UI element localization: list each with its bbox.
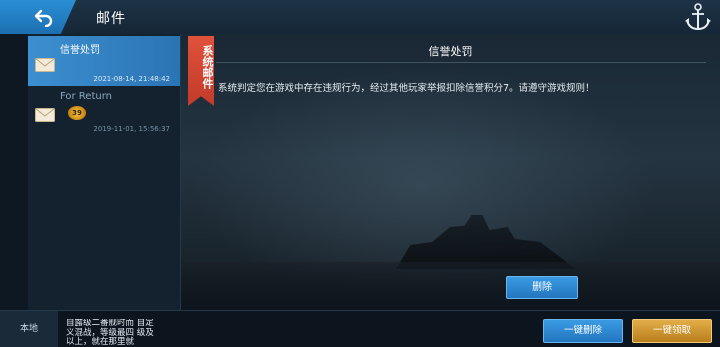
one-key-claim-button[interactable]: 一键领取 (632, 319, 712, 343)
mail-body: 系统判定您在游戏中存在违规行为，经过其他玩家举报扣除信誉积分7。请遵守游戏规则！ (218, 83, 595, 94)
divider (216, 62, 706, 63)
mail-subject: 信誉处罚 (60, 45, 100, 56)
back-button[interactable] (0, 0, 76, 34)
bottom-bar: 本地 自露级二番舰时而 自定义混战，等级最四 级及以上，就在那里就 一键删除 一… (0, 310, 720, 347)
mail-content: 系统邮件 信誉处罚 系统判定您在游戏中存在违规行为，经过其他玩家举报扣除信誉积分… (181, 34, 720, 310)
delete-button[interactable]: 删除 (506, 276, 578, 299)
sea-background (181, 262, 720, 310)
mail-list-item[interactable]: For Return 39 2019-11-01, 15:56:37 (28, 86, 180, 136)
mail-subject: For Return (60, 91, 112, 102)
local-channel-tab[interactable]: 本地 (0, 311, 58, 347)
ship-background (396, 215, 576, 269)
one-key-delete-button[interactable]: 一键删除 (543, 319, 623, 343)
back-arrow-icon (34, 9, 53, 27)
mail-list: 信誉处罚 2021-08-14, 21:48:42 For Return 39 … (28, 34, 181, 310)
reward-badge-icon: 39 (68, 106, 86, 120)
mail-time: 2021-08-14, 21:48:42 (93, 75, 170, 83)
chat-ticker[interactable]: 自露级二番舰时而 自定义混战，等级最四 级及以上，就在那里就 (66, 319, 158, 345)
left-strip (0, 34, 28, 310)
mail-list-item[interactable]: 信誉处罚 2021-08-14, 21:48:42 (28, 36, 180, 86)
anchor-icon[interactable] (684, 2, 712, 32)
mail-time: 2019-11-01, 15:56:37 (93, 125, 170, 133)
mail-title: 信誉处罚 (428, 45, 473, 58)
top-bar: 邮件 (0, 0, 720, 35)
page-title: 邮件 (96, 11, 126, 27)
envelope-icon (35, 58, 55, 72)
envelope-icon (35, 108, 55, 122)
